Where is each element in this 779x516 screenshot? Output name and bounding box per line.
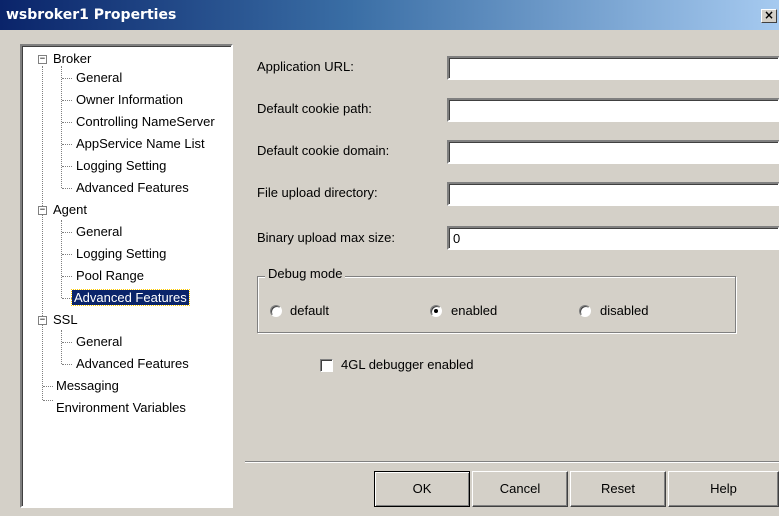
collapse-icon[interactable]: − — [38, 206, 47, 215]
tree-item-agent-advanced-features[interactable]: Advanced Features — [71, 288, 190, 308]
ok-button[interactable]: OK — [374, 471, 470, 507]
tree-item-label: Controlling NameServer — [76, 114, 215, 129]
default-cookie-domain-input[interactable] — [447, 140, 779, 164]
tree-item-pool-range[interactable]: Pool Range — [74, 266, 146, 286]
cancel-button[interactable]: Cancel — [472, 471, 568, 507]
application-url-input[interactable] — [447, 56, 779, 80]
debug-default-label[interactable]: default — [290, 303, 329, 318]
debug-enabled-radio[interactable] — [430, 305, 442, 317]
tree-item-label: Owner Information — [76, 92, 183, 107]
tree-item-ssl[interactable]: − SSL — [38, 310, 80, 330]
default-cookie-domain-label: Default cookie domain: — [257, 143, 390, 158]
tree-connector — [61, 66, 62, 188]
tree-item-label: General — [76, 334, 123, 349]
debug-default-radio[interactable] — [270, 305, 282, 317]
collapse-icon[interactable]: − — [38, 316, 47, 325]
tree-item-ssl-advanced-features[interactable]: Advanced Features — [74, 354, 191, 374]
tree-item-label: Messaging — [56, 378, 119, 393]
debug-enabled-label[interactable]: enabled — [451, 303, 497, 318]
tree-item-broker-general[interactable]: General — [74, 68, 124, 88]
tree-item-label: General — [76, 70, 123, 85]
tree-item-label: Logging Setting — [76, 246, 167, 261]
tree-item-label: Broker — [53, 51, 92, 66]
tree-item-label: Advanced Features — [76, 356, 189, 371]
tree-connector — [42, 66, 43, 400]
binary-upload-max-size-input[interactable] — [447, 226, 779, 250]
debug-disabled-label[interactable]: disabled — [600, 303, 648, 318]
reset-button[interactable]: Reset — [570, 471, 666, 507]
settings-tree[interactable]: − Broker General Owner Information Contr… — [20, 44, 233, 508]
debugger-4gl-label[interactable]: 4GL debugger enabled — [341, 357, 474, 372]
tree-item-label: Logging Setting — [76, 158, 167, 173]
tree-item-agent-logging-setting[interactable]: Logging Setting — [74, 244, 168, 264]
window-title: wsbroker1 Properties — [6, 7, 177, 23]
tree-item-controlling-nameserver[interactable]: Controlling NameServer — [74, 112, 217, 132]
debug-mode-legend: Debug mode — [265, 266, 346, 281]
radio-dot-icon — [434, 309, 438, 313]
tree-item-owner-information[interactable]: Owner Information — [74, 90, 185, 110]
tree-item-agent[interactable]: − Agent — [38, 200, 89, 220]
application-url-label: Application URL: — [257, 59, 354, 74]
debugger-4gl-checkbox[interactable] — [320, 359, 333, 372]
tree-item-label: Advanced Features — [71, 289, 190, 306]
help-button[interactable]: Help — [668, 471, 779, 507]
tree-item-label: Pool Range — [76, 268, 144, 283]
button-separator — [245, 461, 779, 463]
default-cookie-path-input[interactable] — [447, 98, 779, 122]
collapse-icon[interactable]: − — [38, 55, 47, 64]
tree-item-environment-variables[interactable]: Environment Variables — [54, 398, 188, 418]
tree-item-label: AppService Name List — [76, 136, 205, 151]
tree-connector — [61, 330, 62, 364]
tree-item-label: Environment Variables — [56, 400, 186, 415]
binary-upload-max-size-label: Binary upload max size: — [257, 230, 396, 245]
tree-item-messaging[interactable]: Messaging — [54, 376, 121, 396]
tree-item-label: SSL — [53, 312, 78, 327]
default-cookie-path-label: Default cookie path: — [257, 101, 372, 116]
file-upload-directory-input[interactable] — [447, 182, 779, 206]
close-icon[interactable]: × — [761, 9, 777, 23]
title-bar: wsbroker1 Properties × — [0, 0, 779, 30]
debug-disabled-radio[interactable] — [579, 305, 591, 317]
tree-item-appservice-name-list[interactable]: AppService Name List — [74, 134, 207, 154]
tree-item-broker-logging-setting[interactable]: Logging Setting — [74, 156, 168, 176]
tree-item-broker[interactable]: − Broker — [38, 49, 93, 69]
tree-item-label: Advanced Features — [76, 180, 189, 195]
file-upload-directory-label: File upload directory: — [257, 185, 378, 200]
tree-item-label: General — [76, 224, 123, 239]
tree-item-ssl-general[interactable]: General — [74, 332, 124, 352]
tree-item-agent-general[interactable]: General — [74, 222, 124, 242]
tree-item-label: Agent — [53, 202, 87, 217]
tree-item-broker-advanced-features[interactable]: Advanced Features — [74, 178, 191, 198]
